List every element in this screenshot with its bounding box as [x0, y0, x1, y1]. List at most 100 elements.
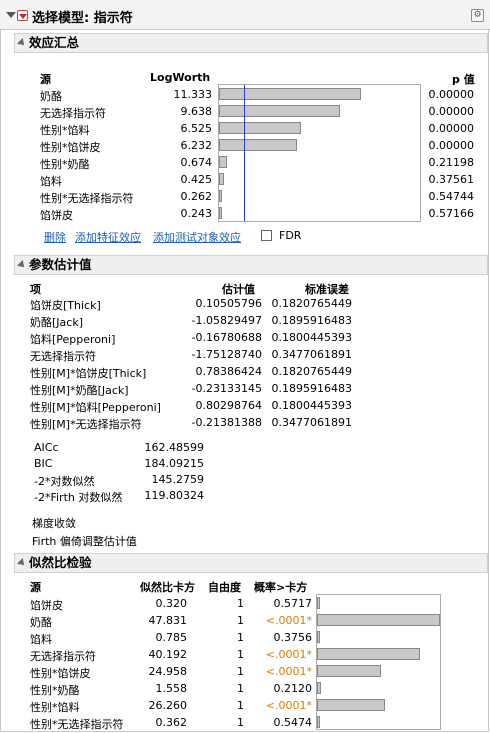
- report-title-bar: 选择模型: 指示符 ⚙: [0, 0, 490, 30]
- lr-chisq-bar: [317, 631, 320, 643]
- pe-term-cell: 性别[M]*馅料[Pepperoni]: [30, 401, 161, 414]
- section-title: 效应汇总: [29, 35, 80, 50]
- disclosure-icon[interactable]: [17, 38, 27, 48]
- section-title: 参数估计值: [29, 257, 92, 272]
- lr-prob-cell: <.0001*: [265, 665, 312, 678]
- lr-chisq-cell: 0.785: [155, 631, 188, 644]
- lr-prob-cell: <.0001*: [265, 699, 312, 712]
- lr-chisq-bar: [317, 614, 440, 626]
- logworth-bar: [219, 88, 362, 100]
- es-pvalue-cell: 0.00000: [428, 105, 475, 118]
- convergence-note: 梯度收敛: [32, 517, 76, 530]
- lr-prob-cell: <.0001*: [265, 648, 312, 661]
- logworth-bar-chart: [218, 84, 421, 222]
- stat-label: BIC: [34, 457, 53, 470]
- lr-chisq-cell: 47.831: [148, 614, 188, 627]
- lr-source-cell: 性别*奶酪: [30, 684, 80, 697]
- lr-chisq-cell: 0.320: [155, 597, 188, 610]
- red-triangle-menu-icon[interactable]: [17, 10, 28, 21]
- es-logworth-cell: 11.333: [173, 88, 213, 101]
- stat-value: 145.2759: [151, 473, 205, 486]
- es-source-cell: 无选择指示符: [40, 107, 106, 120]
- param-estimates-header[interactable]: 参数估计值: [14, 255, 488, 275]
- es-pvalue-cell: 0.37561: [428, 173, 475, 186]
- firth-note: Firth 偏倚调整估计值: [32, 535, 137, 548]
- settings-icon[interactable]: ⚙: [471, 9, 484, 22]
- lr-source-cell: 无选择指示符: [30, 650, 96, 663]
- es-pvalue-cell: 0.00000: [428, 139, 475, 152]
- es-logworth-cell: 9.638: [180, 105, 213, 118]
- pe-se-cell: 0.3477061891: [271, 348, 352, 361]
- lr-prob-cell: 0.3756: [273, 631, 313, 644]
- logworth-bar: [219, 190, 223, 202]
- lr-source-cell: 性别*馅料: [30, 701, 80, 714]
- disclosure-icon[interactable]: [17, 260, 27, 270]
- lr-chisq-bar-chart: [316, 594, 441, 730]
- lr-chisq-cell: 24.958: [148, 665, 188, 678]
- stat-value: 184.09215: [144, 457, 205, 470]
- lr-prob-cell: 0.5474: [273, 716, 313, 729]
- lr-prob-cell: 0.2120: [273, 682, 313, 695]
- es-pvalue-cell: 0.57166: [428, 207, 475, 220]
- stat-value: 162.48599: [144, 441, 205, 454]
- section-title: 似然比检验: [29, 555, 92, 570]
- reference-line: [244, 85, 246, 221]
- lr-source-cell: 奶酪: [30, 616, 52, 629]
- es-source-cell: 性别*馅饼皮: [40, 141, 101, 154]
- pe-estimate-cell: 0.10505796: [195, 297, 262, 310]
- pe-term-cell: 馅饼皮[Thick]: [30, 299, 101, 312]
- pe-se-cell: 0.1820765449: [271, 297, 352, 310]
- pe-se-cell: 0.1895916483: [271, 314, 352, 327]
- lr-df-cell: 1: [237, 665, 244, 678]
- col-header-estimate: 估计值: [222, 283, 255, 296]
- lr-df-cell: 1: [237, 716, 244, 729]
- disclosure-icon[interactable]: [17, 558, 27, 568]
- col-header-std-error: 标准误差: [305, 283, 349, 296]
- report-title: 选择模型: 指示符: [32, 11, 133, 26]
- col-header-prob: 概率>卡方: [254, 581, 308, 594]
- es-pvalue-cell: 0.00000: [428, 88, 475, 101]
- fdr-checkbox[interactable]: [261, 230, 272, 241]
- remove-link[interactable]: 删除: [44, 229, 66, 245]
- lr-source-cell: 性别*无选择指示符: [30, 718, 124, 731]
- lr-df-cell: 1: [237, 648, 244, 661]
- es-pvalue-cell: 0.00000: [428, 122, 475, 135]
- pe-estimate-cell: -0.21381388: [191, 416, 262, 429]
- es-logworth-cell: 0.243: [180, 207, 213, 220]
- pe-estimate-cell: 0.80298764: [195, 399, 262, 412]
- lr-df-cell: 1: [237, 699, 244, 712]
- effect-summary-header[interactable]: 效应汇总: [14, 33, 488, 53]
- es-source-cell: 奶酪: [40, 90, 62, 103]
- lr-df-cell: 1: [237, 597, 244, 610]
- col-header-term: 项: [30, 283, 41, 296]
- add-feature-effect-link[interactable]: 添加特征效应: [75, 229, 141, 245]
- lr-chisq-bar: [317, 648, 421, 660]
- pe-se-cell: 0.1820765449: [271, 365, 352, 378]
- pe-term-cell: 性别[M]*馅饼皮[Thick]: [30, 367, 147, 380]
- lr-df-cell: 1: [237, 682, 244, 695]
- col-header-logworth: LogWorth: [150, 71, 211, 84]
- stat-label: AICc: [34, 441, 59, 454]
- pe-estimate-cell: -0.16780688: [191, 331, 262, 344]
- pe-estimate-cell: -1.05829497: [191, 314, 262, 327]
- lr-prob-cell: 0.5717: [273, 597, 313, 610]
- pe-se-cell: 0.3477061891: [271, 416, 352, 429]
- pe-estimate-cell: 0.78386424: [195, 365, 262, 378]
- stat-label: -2*对数似然: [34, 475, 95, 488]
- stat-value: 119.80324: [144, 489, 205, 502]
- lr-tests-header[interactable]: 似然比检验: [14, 553, 488, 573]
- pe-se-cell: 0.1895916483: [271, 382, 352, 395]
- es-logworth-cell: 6.525: [180, 122, 213, 135]
- es-source-cell: 性别*馅料: [40, 124, 90, 137]
- add-subject-effect-link[interactable]: 添加测试对象效应: [153, 229, 241, 245]
- lr-source-cell: 性别*馅饼皮: [30, 667, 91, 680]
- stat-label: -2*Firth 对数似然: [34, 491, 123, 504]
- col-header-df: 自由度: [208, 581, 241, 594]
- es-source-cell: 性别*奶酪: [40, 158, 90, 171]
- col-header-source: 源: [40, 73, 51, 86]
- pe-term-cell: 馅料[Pepperoni]: [30, 333, 116, 346]
- collapse-icon[interactable]: [6, 12, 16, 18]
- col-header-source: 源: [30, 581, 41, 594]
- es-source-cell: 馅料: [40, 175, 62, 188]
- fdr-label: FDR: [279, 229, 302, 242]
